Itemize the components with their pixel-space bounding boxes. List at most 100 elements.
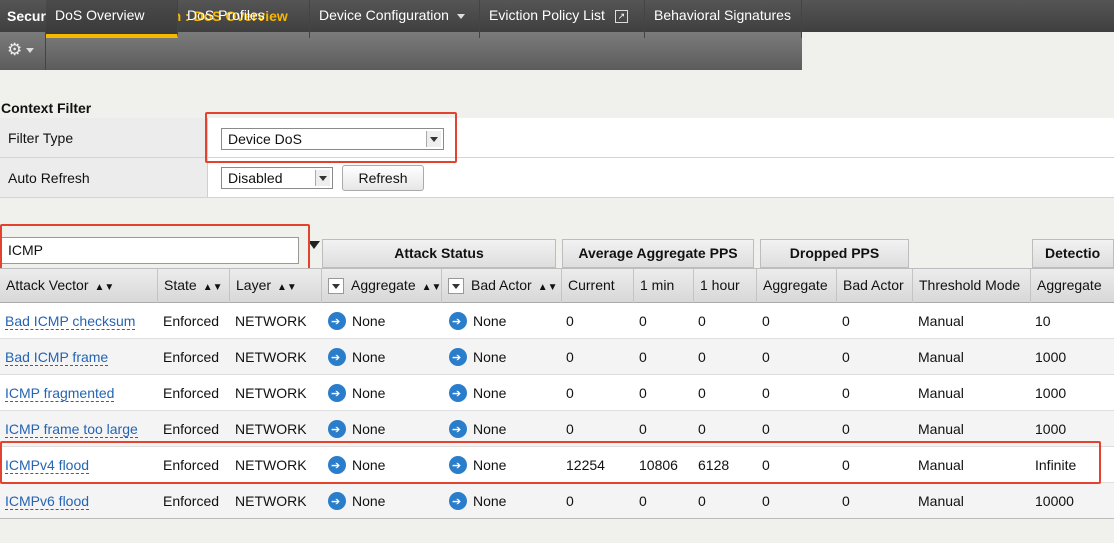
col-1-min[interactable]: 1 min <box>634 269 694 303</box>
col-aggregate-status[interactable]: Aggregate ▲▼ <box>322 269 442 303</box>
cell-text: Manual <box>918 349 964 365</box>
tab-dos-profiles[interactable]: DoS Profiles <box>178 0 310 38</box>
cell-text: None <box>352 349 386 365</box>
right-arrow-circle-icon[interactable] <box>328 340 346 374</box>
cell-vector: Bad ICMP frame <box>5 339 109 374</box>
cell-state: Enforced <box>163 303 219 338</box>
auto-refresh-row: Auto Refresh Disabled Refresh <box>0 158 1114 198</box>
col-dropped-bad-actor[interactable]: Bad Actor <box>837 269 913 303</box>
right-arrow-circle-icon[interactable] <box>449 484 467 518</box>
right-arrow-circle-icon[interactable] <box>449 340 467 374</box>
cell-det: 10000 <box>1035 483 1074 518</box>
cell-layer: NETWORK <box>235 483 307 518</box>
chevron-down-icon <box>456 13 465 19</box>
settings-menu-button[interactable]: ⚙ <box>0 32 46 70</box>
cell-text: 0 <box>762 493 770 509</box>
col-label: Attack Vector <box>6 277 89 293</box>
cell-d-bad: 0 <box>842 339 850 374</box>
cell-agg: None <box>328 339 385 374</box>
cell-text: 0 <box>639 493 647 509</box>
col-label: Aggregate <box>763 277 828 293</box>
cell-min1: 0 <box>639 339 647 374</box>
col-state[interactable]: State ▲▼ <box>158 269 230 303</box>
cell-text: 0 <box>842 313 850 329</box>
cell-hour1: 0 <box>698 375 706 410</box>
cell-text: Manual <box>918 313 964 329</box>
context-filter-title: Context Filter <box>1 100 92 116</box>
right-arrow-circle-icon[interactable] <box>328 304 346 338</box>
right-arrow-circle-icon[interactable] <box>449 304 467 338</box>
column-menu-icon[interactable] <box>328 278 344 295</box>
cell-layer: NETWORK <box>235 375 307 410</box>
col-current[interactable]: Current <box>562 269 634 303</box>
cell-bad: None <box>449 303 506 338</box>
cell-text: None <box>473 313 507 329</box>
col-1-hour[interactable]: 1 hour <box>694 269 757 303</box>
tab-dos-overview[interactable]: DoS Overview <box>46 0 178 38</box>
cell-det: 10 <box>1035 303 1051 338</box>
cell-text: 0 <box>566 421 574 437</box>
col-label: Bad Actor <box>843 277 904 293</box>
tab-device-configuration[interactable]: Device Configuration <box>310 0 480 38</box>
cell-text: 0 <box>842 349 850 365</box>
attack-vector-link[interactable]: ICMP fragmented <box>5 385 115 402</box>
refresh-button[interactable]: Refresh <box>342 165 424 191</box>
col-label: Aggregate <box>1037 277 1102 293</box>
cell-text: None <box>473 349 507 365</box>
right-arrow-circle-icon[interactable] <box>328 484 346 518</box>
right-arrow-circle-icon[interactable] <box>328 412 346 446</box>
cell-text: Enforced <box>163 421 220 437</box>
filter-type-row: Filter Type Device DoS <box>0 118 1114 158</box>
cell-text: 1000 <box>1035 421 1067 437</box>
cell-text: NETWORK <box>235 493 307 509</box>
cell-d-agg: 0 <box>762 303 770 338</box>
cell-state: Enforced <box>163 483 219 518</box>
cell-text: 0 <box>698 385 706 401</box>
attack-vector-link[interactable]: Bad ICMP checksum <box>5 313 136 330</box>
col-attack-vector[interactable]: Attack Vector ▲▼ <box>0 269 158 303</box>
filter-type-label: Filter Type <box>0 118 208 157</box>
col-detection-aggregate[interactable]: Aggregate <box>1031 269 1114 303</box>
cell-state: Enforced <box>163 375 219 410</box>
right-arrow-circle-icon[interactable] <box>328 376 346 410</box>
cell-text: Enforced <box>163 493 220 509</box>
col-bad-actor-status[interactable]: Bad Actor ▲▼ <box>442 269 562 303</box>
cell-d-bad: 0 <box>842 483 850 518</box>
column-menu-icon[interactable] <box>448 278 464 295</box>
cell-min1: 0 <box>639 303 647 338</box>
cell-text: 10 <box>1035 313 1051 329</box>
cell-agg: None <box>328 303 385 338</box>
attack-vector-link[interactable]: ICMPv6 flood <box>5 493 90 510</box>
cell-text: NETWORK <box>235 313 307 329</box>
cell-text: None <box>352 313 386 329</box>
cell-d-bad: 0 <box>842 375 850 410</box>
cell-hour1: 0 <box>698 303 706 338</box>
cell-text: 0 <box>698 349 706 365</box>
highlight-box <box>0 441 1101 484</box>
tab-label: DoS Profiles <box>187 7 265 23</box>
attack-vector-link[interactable]: ICMP frame too large <box>5 421 138 438</box>
cell-text: 0 <box>566 349 574 365</box>
cell-text: None <box>352 493 386 509</box>
cell-text: 0 <box>639 313 647 329</box>
col-threshold-mode[interactable]: Threshold Mode <box>913 269 1031 303</box>
cell-agg: None <box>328 375 385 410</box>
table-row: ICMP fragmented Enforced NETWORK None None 0 0… <box>0 375 1114 411</box>
right-arrow-circle-icon[interactable] <box>449 376 467 410</box>
cell-mode: Manual <box>918 375 964 410</box>
col-label: Current <box>568 277 615 293</box>
sort-icon: ▲▼ <box>202 282 223 293</box>
col-dropped-aggregate[interactable]: Aggregate <box>757 269 837 303</box>
tab-behavioral-signatures[interactable]: Behavioral Signatures <box>645 0 802 38</box>
cell-text: Manual <box>918 493 964 509</box>
auto-refresh-label: Auto Refresh <box>0 158 208 197</box>
auto-refresh-select[interactable]: Disabled <box>221 167 333 189</box>
right-arrow-circle-icon[interactable] <box>449 412 467 446</box>
tab-label: Behavioral Signatures <box>654 7 791 23</box>
col-layer[interactable]: Layer ▲▼ <box>230 269 322 303</box>
cell-text: 0 <box>842 385 850 401</box>
sort-icon: ▲▼ <box>277 282 297 293</box>
tab-eviction-policy-list[interactable]: Eviction Policy List ↗ <box>480 0 645 38</box>
attack-vector-link[interactable]: Bad ICMP frame <box>5 349 109 366</box>
table-header: Attack Vector ▲▼ State ▲▼ Layer ▲▼ Aggregat… <box>0 268 1114 303</box>
